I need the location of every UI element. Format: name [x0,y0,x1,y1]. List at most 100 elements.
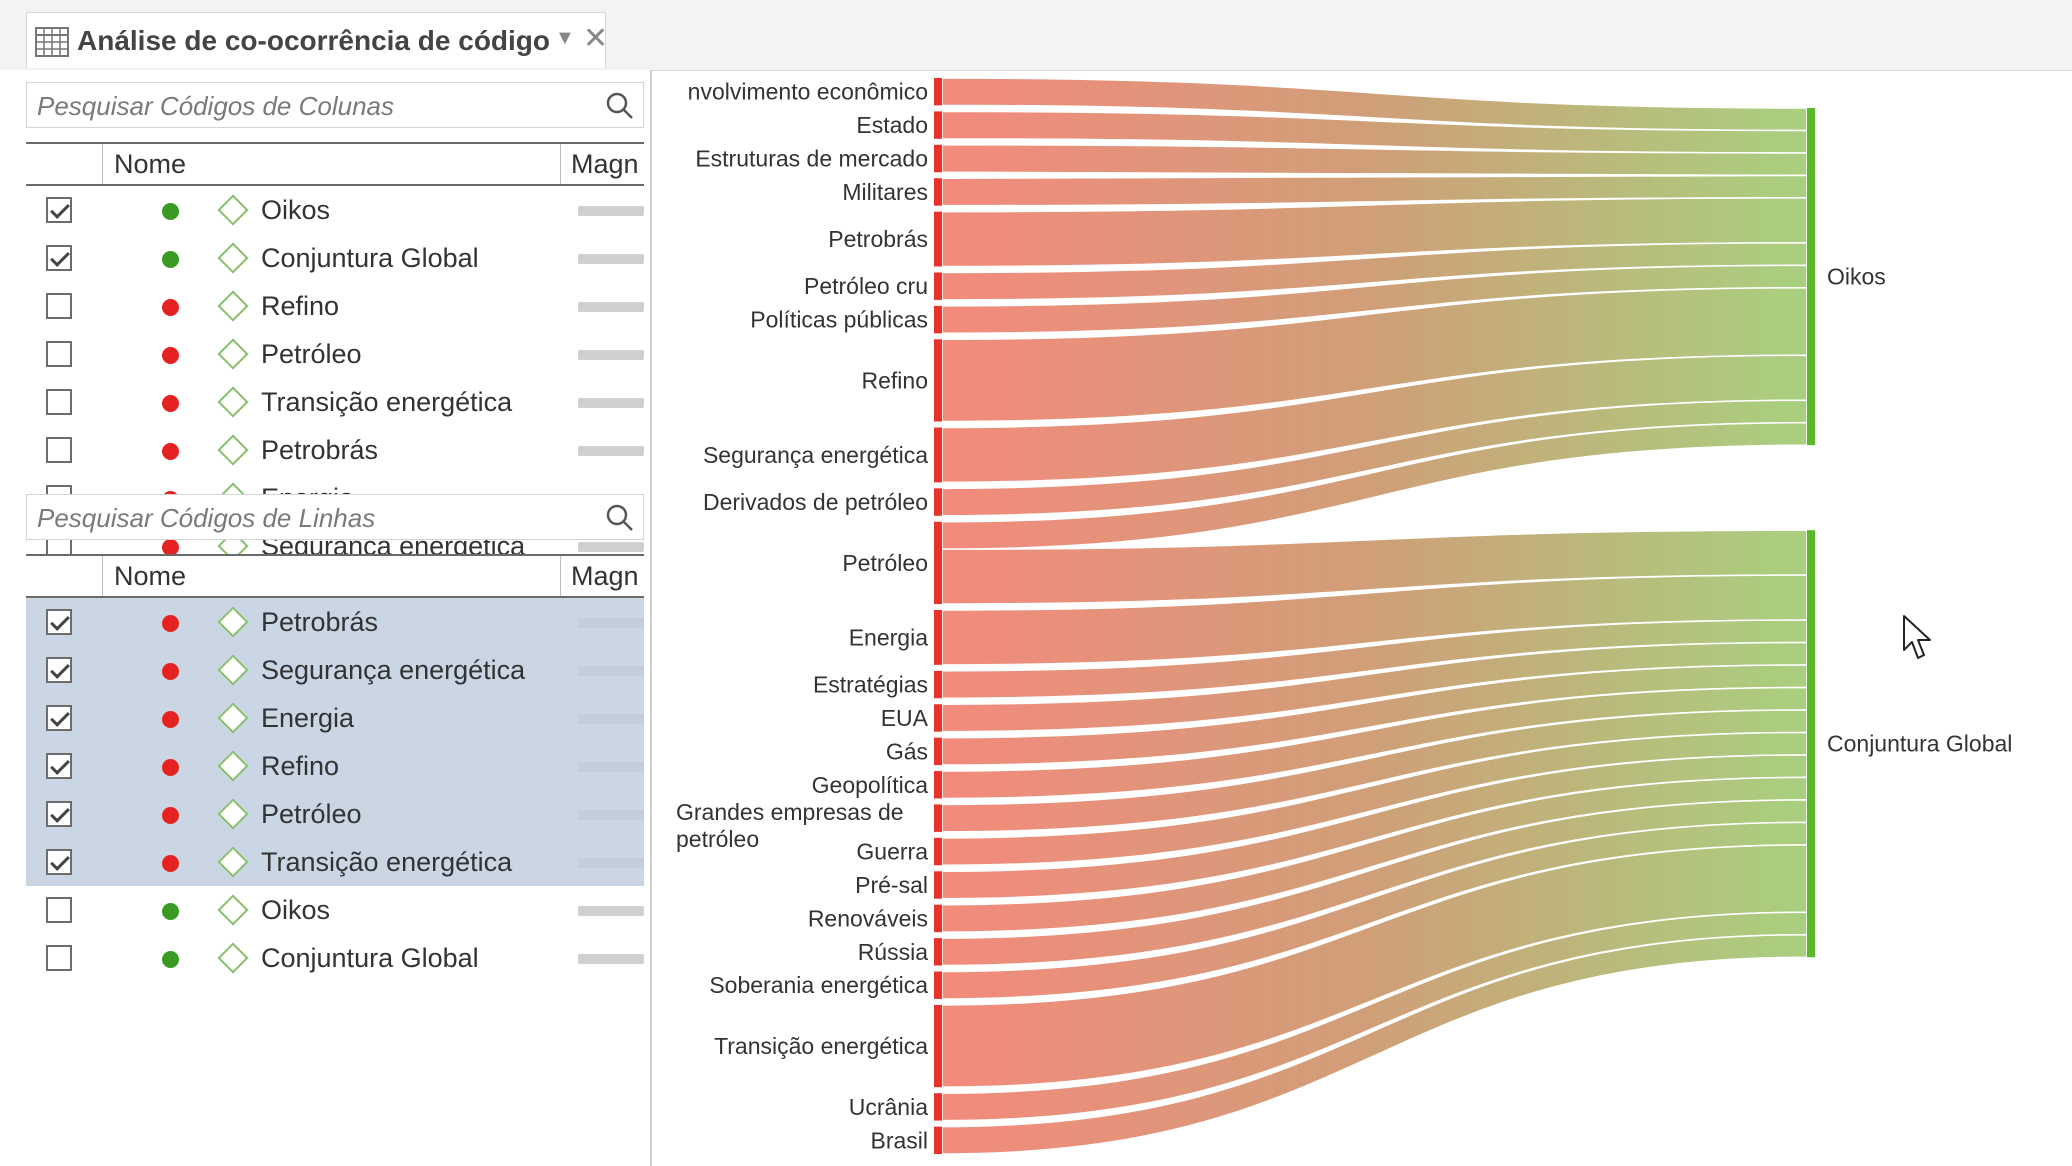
sankey-source-node[interactable] [934,837,942,866]
status-dot-icon [162,203,179,220]
sankey-source-label: Ucrânia [849,1094,928,1120]
list-item[interactable]: Petrobrás [26,426,644,474]
column-codes-table: Nome Magn Oikos Conjuntura Global Refino Pe… [26,142,644,618]
list-item[interactable]: Conjuntura Global [26,234,644,282]
code-diamond-icon [217,194,249,226]
code-label: Refino [261,751,340,781]
table-header: Nome Magn [26,142,644,186]
sankey-target-label: Conjuntura Global [1827,731,2012,757]
checkbox[interactable] [46,801,72,827]
sankey-source-node[interactable] [934,670,942,699]
sankey-source-node[interactable] [934,704,942,732]
magnitude-bar [578,666,644,676]
checkbox[interactable] [46,293,72,319]
checkbox[interactable] [46,341,72,367]
status-dot-icon [162,443,179,460]
sankey-source-node[interactable] [934,488,942,516]
column-codes-search-input[interactable] [35,87,599,125]
code-label: Transição energética [261,387,513,417]
checkbox[interactable] [46,197,72,223]
sankey-source-node[interactable] [934,144,942,173]
sankey-source-label: Estruturas de mercado [695,146,928,172]
cooccurrence-sankey-diagram: nvolvimento econômico Estado Estruturas de… [676,77,2012,1155]
list-item[interactable]: Refino [26,742,644,790]
checkbox[interactable] [46,437,72,463]
list-item[interactable]: Petrobrás [26,598,644,646]
list-item[interactable]: Petróleo [26,790,644,838]
sankey-source-node[interactable] [934,305,942,334]
sankey-source-label: Derivados de petróleo [703,489,928,515]
sankey-source-label: Estado [856,112,928,138]
checkbox-column-header [26,556,103,596]
row-codes-rows: Petrobrás Segurança energética Energia Refi… [26,598,644,982]
chevron-down-icon[interactable]: ▼ [555,27,575,50]
list-item[interactable]: Refino [26,282,644,330]
checkbox[interactable] [46,705,72,731]
sankey-source-label: Políticas públicas [750,307,928,333]
list-item[interactable]: Conjuntura Global [26,934,644,982]
checkbox[interactable] [46,849,72,875]
code-label: Energia [261,703,355,733]
sankey-source-node[interactable] [934,1126,942,1154]
checkbox[interactable] [46,389,72,415]
code-diamond-icon [217,942,249,974]
sankey-source-node[interactable] [934,737,942,766]
sankey-source-label: Brasil [870,1127,928,1153]
row-codes-search-input[interactable] [35,499,599,537]
row-codes-table: Nome Magn Petrobrás Segurança energética E… [26,554,644,982]
sankey-source-node[interactable] [934,971,942,999]
sankey-source-node[interactable] [934,339,942,422]
checkbox[interactable] [46,945,72,971]
name-column-header[interactable]: Nome [114,561,186,592]
list-item[interactable]: Transição energética [26,838,644,886]
sankey-source-node[interactable] [934,610,942,665]
sankey-source-node[interactable] [934,211,942,267]
magnitude-bar [578,762,644,772]
sankey-source-node[interactable] [934,111,942,139]
checkbox[interactable] [46,753,72,779]
search-icon[interactable] [605,91,635,121]
list-item[interactable]: Transição energética [26,378,644,426]
sankey-source-node[interactable] [934,272,942,300]
status-dot-icon [162,615,179,632]
list-item[interactable]: Energia [26,694,644,742]
close-icon[interactable]: ✕ [583,21,608,56]
sankey-source-node[interactable] [934,804,942,832]
sankey-source-label: Renováveis [808,905,928,931]
code-label: Transição energética [261,847,513,877]
code-label: Oikos [261,895,331,925]
list-item[interactable]: Oikos [26,886,644,934]
name-column-header[interactable]: Nome [114,149,186,180]
checkbox[interactable] [46,245,72,271]
tab-bar: Análise de co-ocorrência de código ▼ ✕ [0,0,2072,71]
magnitude-bar [578,954,644,964]
tab-cooccurrence-analysis[interactable]: Análise de co-ocorrência de código ▼ ✕ [26,12,608,68]
sankey-source-node[interactable] [934,427,942,483]
magnitude-column-header[interactable]: Magn [560,144,644,184]
search-icon[interactable] [605,503,635,533]
sankey-source-node[interactable] [934,521,942,604]
sankey-source-node[interactable] [934,871,942,899]
code-diamond-icon [217,702,249,734]
magnitude-column-header[interactable]: Magn [560,556,644,596]
checkbox[interactable] [46,657,72,683]
sankey-source-node[interactable] [934,771,942,799]
checkbox[interactable] [46,897,72,923]
checkbox[interactable] [46,609,72,635]
sankey-source-node[interactable] [934,1093,942,1121]
sankey-source-label: EUA [881,705,929,731]
sankey-source-node[interactable] [934,78,942,106]
list-item[interactable]: Petróleo [26,330,644,378]
sankey-source-node[interactable] [934,1004,942,1088]
sankey-source-node[interactable] [934,904,942,933]
magnitude-bar [578,398,644,408]
sankey-source-node[interactable] [934,178,942,206]
list-item[interactable]: Oikos [26,186,644,234]
list-item[interactable]: Segurança energética [26,646,644,694]
sankey-target-node[interactable] [1807,108,1815,446]
magnitude-bar [578,618,644,628]
sankey-source-node[interactable] [934,938,942,966]
sankey-source-label: Petróleo cru [804,273,928,299]
sankey-target-node[interactable] [1807,530,1815,958]
sankey-source-label: Segurança energética [703,442,928,468]
